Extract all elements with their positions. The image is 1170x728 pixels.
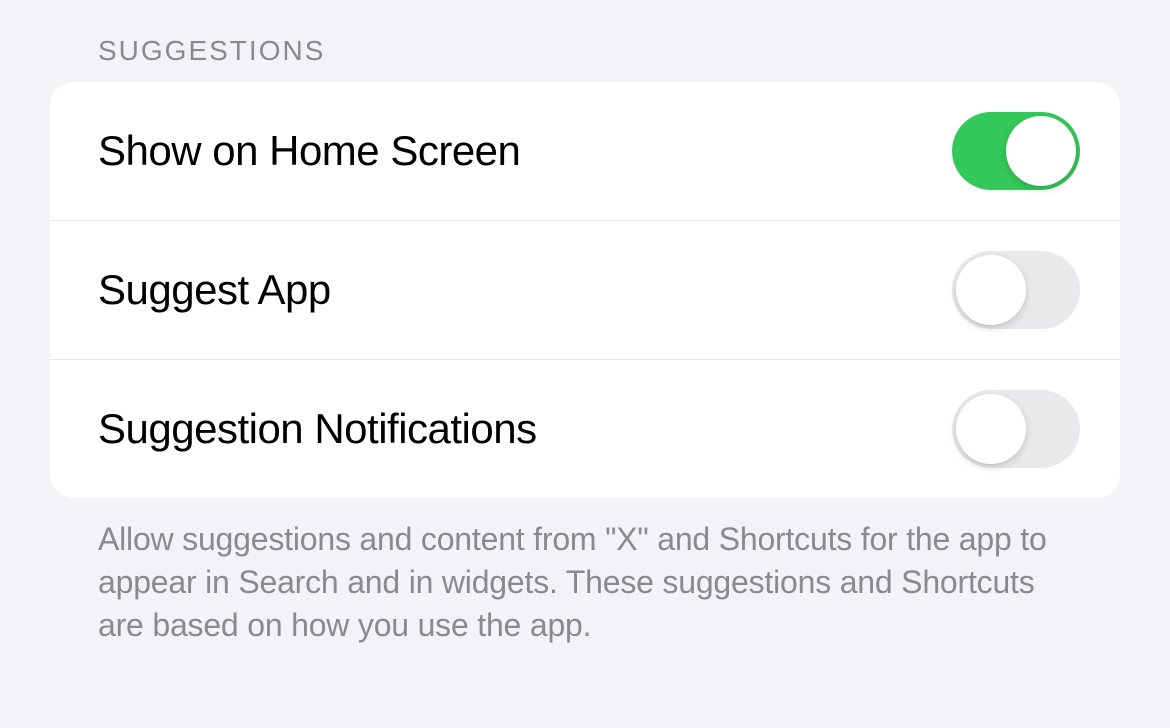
section-header: SUGGESTIONS: [50, 0, 1120, 82]
row-label: Suggestion Notifications: [98, 405, 537, 453]
toggle-suggest-app[interactable]: [952, 251, 1080, 329]
row-show-on-home-screen: Show on Home Screen: [50, 82, 1120, 220]
row-label: Show on Home Screen: [98, 127, 520, 175]
toggle-suggestion-notifications[interactable]: [952, 390, 1080, 468]
settings-group: Show on Home Screen Suggest App Suggesti…: [50, 82, 1120, 498]
toggle-knob: [956, 394, 1026, 464]
toggle-show-on-home-screen[interactable]: [952, 112, 1080, 190]
toggle-knob: [1006, 116, 1076, 186]
section-footer: Allow suggestions and content from "X" a…: [50, 498, 1120, 648]
row-suggest-app: Suggest App: [50, 220, 1120, 359]
row-suggestion-notifications: Suggestion Notifications: [50, 359, 1120, 498]
row-label: Suggest App: [98, 266, 331, 314]
toggle-knob: [956, 255, 1026, 325]
